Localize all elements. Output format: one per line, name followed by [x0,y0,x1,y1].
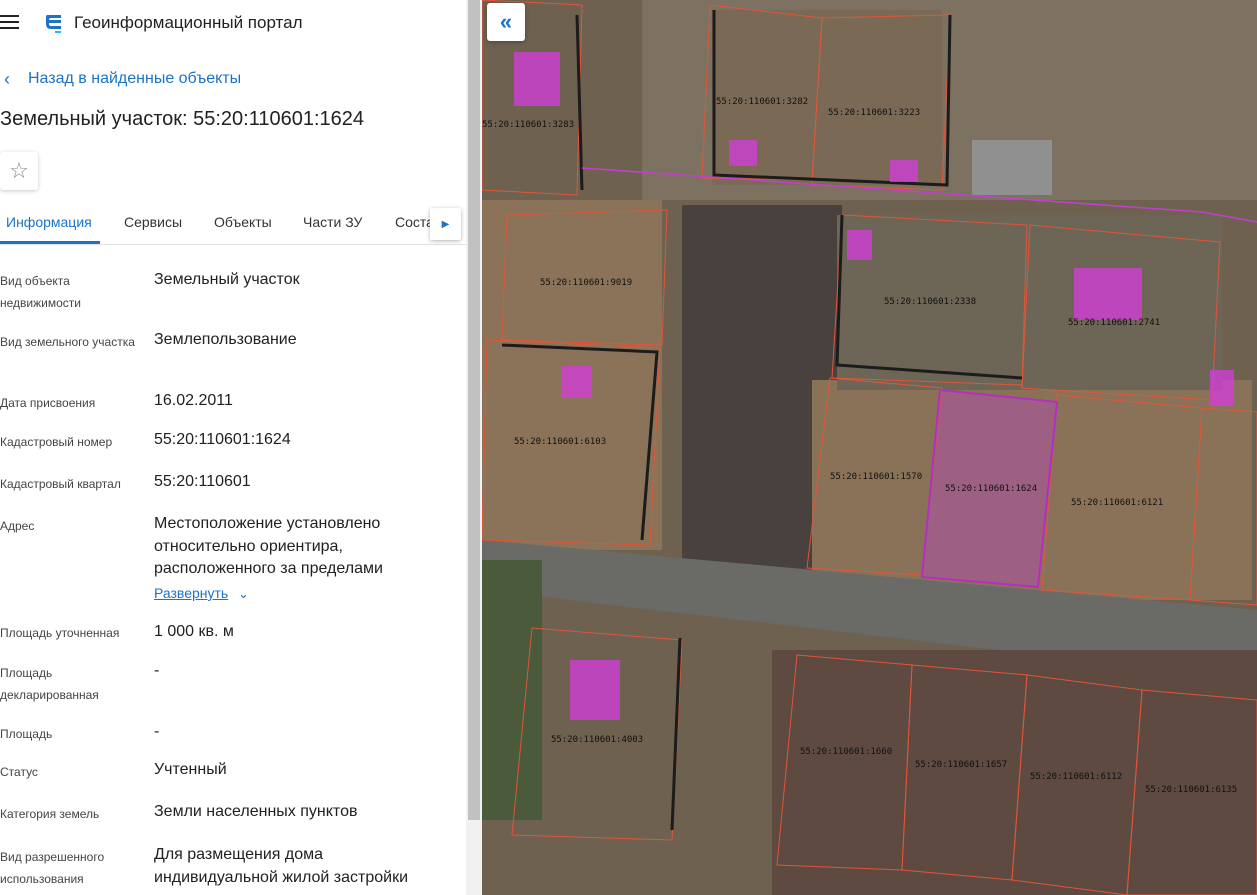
prop-label-permitted-use: Вид разрешенного использования [0,850,105,886]
parcel-label-1570: 55:20:110601:1570 [830,472,922,482]
parcel-label-2338: 55:20:110601:2338 [884,297,976,307]
chevron-left-icon: ‹ [4,69,10,89]
prop-label-parcel-type: Вид земельного участка [0,335,135,349]
parcel-label-6103: 55:20:110601:6103 [514,437,606,447]
portal-logo-icon [46,15,61,33]
hamburger-icon[interactable] [0,13,20,31]
parcel-label-9019: 55:20:110601:9019 [540,278,632,288]
chevron-right-icon: ▶ [441,218,450,230]
double-chevron-left-icon: « [499,9,513,34]
favorite-button[interactable]: ☆ [0,152,38,190]
star-icon: ☆ [9,158,29,183]
parcel-label-3282: 55:20:110601:3282 [716,97,808,107]
parcel-label-1624: 55:20:110601:1624 [945,484,1037,494]
prop-value-area-specified: 1 000 кв. м [154,623,234,640]
prop-value-land-category: Земли населенных пунктов [154,803,358,820]
prop-value-object-type: Земельный участок [154,271,300,288]
prop-label-area-declared: Площадь декларированная [0,666,99,702]
parcel-label-1657: 55:20:110601:1657 [915,760,1007,770]
parcel-label-4003: 55:20:110601:4003 [551,735,643,745]
expand-address-link[interactable]: Развернуть [154,585,228,601]
map-terrain-south [772,650,1257,895]
tab-services[interactable]: Сервисы [124,214,182,230]
prop-value-address: Местоположение установлено относительно … [154,515,383,577]
prop-label-cadastral-number: Кадастровый номер [0,435,113,449]
map-view[interactable]: 55:20:110601:3282 55:20:110601:3223 55:2… [482,0,1257,895]
prop-value-area: - [154,723,160,740]
tabs-next-button[interactable]: ▶ [430,208,461,240]
prop-value-area-declared: - [154,662,160,679]
collapse-panel-button[interactable]: « [487,3,525,41]
prop-label-object-type: Вид объекта недвижимости [0,274,81,310]
prop-label-cadastral-quarter: Кадастровый квартал [0,477,121,491]
prop-value-parcel-type: Землепользование [154,331,297,348]
prop-value-cadastral-quarter: 55:20:110601 [154,473,251,490]
active-tab-indicator [0,241,100,244]
parcel-label-6135: 55:20:110601:6135 [1145,785,1237,795]
parcel-label-3283: 55:20:110601:3283 [482,120,574,130]
parcel-label-6112: 55:20:110601:6112 [1030,772,1122,782]
tab-objects[interactable]: Объекты [214,214,272,230]
prop-label-address: Адрес [0,519,35,533]
prop-label-area: Площадь [0,727,53,741]
page-title: Земельный участок: 55:20:110601:1624 [0,108,365,130]
map-trees [482,560,542,820]
top-bar: Геоинформационный портал [0,0,466,46]
map-paved-area [972,140,1052,195]
info-panel: Геоинформационный портал ‹ Назад в найде… [0,0,466,895]
prop-value-cadastral-number: 55:20:110601:1624 [154,431,291,448]
portal-title: Геоинформационный портал [74,13,303,32]
prop-label-status: Статус [0,765,38,779]
prop-value-permitted-use: Для размещения дома индивидуальной жилой… [154,846,408,886]
tab-info[interactable]: Информация [6,214,92,230]
prop-label-assign-date: Дата присвоения [0,396,96,410]
chevron-down-icon: ⌄ [238,586,249,601]
prop-label-area-specified: Площадь уточненная [0,626,120,640]
parcel-label-3223: 55:20:110601:3223 [828,108,920,118]
panel-scrollbar-thumb[interactable] [468,0,480,820]
prop-value-status: Учтенный [154,761,227,778]
parcel-label-1660: 55:20:110601:1660 [800,747,892,757]
map-canvas[interactable]: 55:20:110601:3282 55:20:110601:3223 55:2… [482,0,1257,895]
tab-parts[interactable]: Части ЗУ [303,214,362,230]
back-link-label: Назад в найденные объекты [28,70,242,87]
parcel-label-6121: 55:20:110601:6121 [1071,498,1163,508]
parcel-label-2741: 55:20:110601:2741 [1068,318,1160,328]
tab-bar: Информация Сервисы Объекты Части ЗУ Сост… [0,204,466,245]
prop-label-land-category: Категория земель [0,807,100,821]
back-to-results-link[interactable]: ‹ Назад в найденные объекты [4,68,241,90]
prop-value-assign-date: 16.02.2011 [154,392,233,409]
